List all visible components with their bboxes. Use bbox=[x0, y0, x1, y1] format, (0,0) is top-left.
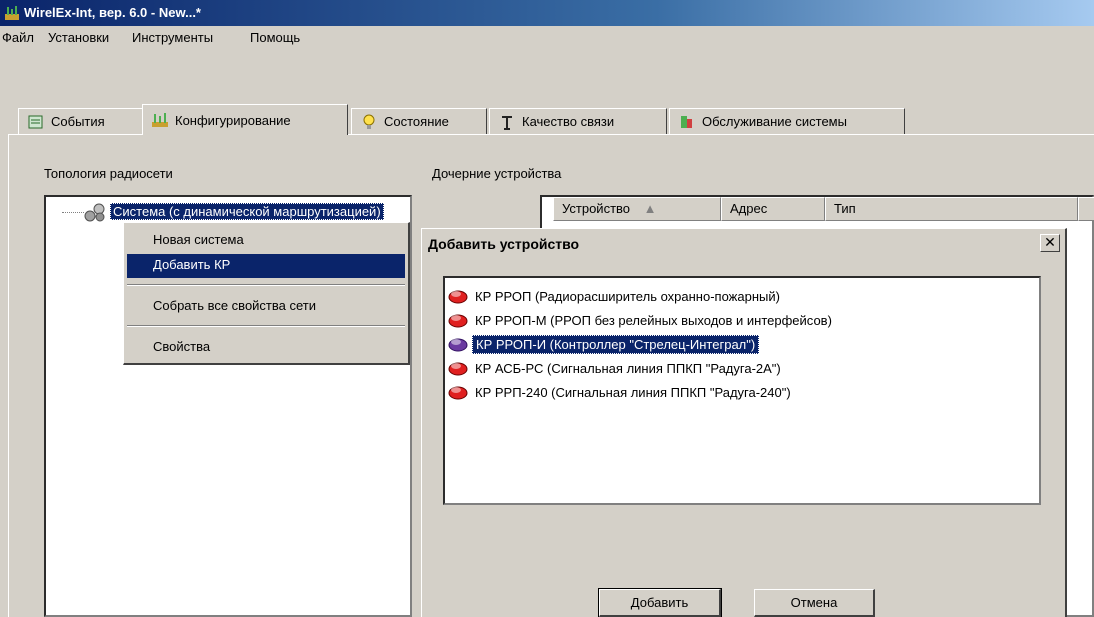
menu-file[interactable]: Файл bbox=[2, 30, 34, 45]
dialog-title: Добавить устройство bbox=[428, 236, 580, 252]
config-icon bbox=[152, 113, 168, 127]
tab-link-quality-label: Качество связи bbox=[522, 114, 615, 129]
window-title: WirelEx-Int, вер. 6.0 - New...* bbox=[24, 5, 201, 20]
topology-label: Топология радиосети bbox=[44, 166, 173, 181]
network-icon bbox=[84, 203, 105, 222]
device-item-label: КР АСБ-РС (Сигнальная линия ППКП "Радуга… bbox=[475, 360, 781, 376]
device-item-label: КР РРОП-М (РРОП без релейных выходов и и… bbox=[475, 312, 832, 328]
bulb-icon bbox=[363, 114, 375, 129]
tree-root-system[interactable]: Система (с динамической маршрутизацией) bbox=[110, 203, 384, 220]
sort-asc-icon: ▲ bbox=[643, 201, 657, 216]
tab-configuration-label: Конфигурирование bbox=[175, 112, 291, 128]
tree-connector bbox=[62, 212, 84, 214]
menu-tools[interactable]: Инструменты bbox=[132, 30, 213, 45]
column-device[interactable]: Устройство ▲ bbox=[553, 197, 721, 221]
device-item[interactable]: КР РРОП (Радиорасширитель охранно-пожарн… bbox=[448, 285, 783, 307]
tab-system-service-label: Обслуживание системы bbox=[702, 114, 847, 129]
dialog-close-button[interactable]: ✕ bbox=[1040, 234, 1060, 252]
close-icon: ✕ bbox=[1044, 234, 1056, 250]
device-item-selected[interactable]: КР РРОП-И (Контроллер "Стрелец-Интеграл"… bbox=[448, 333, 760, 355]
device-item[interactable]: КР АСБ-РС (Сигнальная линия ППКП "Радуга… bbox=[448, 357, 784, 379]
column-address[interactable]: Адрес bbox=[721, 197, 825, 221]
tab-events[interactable]: События bbox=[18, 108, 144, 134]
menu-help[interactable]: Помощь bbox=[250, 30, 300, 45]
device-list[interactable]: КР РРОП (Радиорасширитель охранно-пожарн… bbox=[443, 276, 1041, 505]
notes-icon bbox=[28, 115, 43, 128]
context-menu: Новая система Добавить КР Собрать все св… bbox=[123, 222, 410, 365]
cancel-button[interactable]: Отмена bbox=[754, 589, 875, 617]
app-icon bbox=[5, 6, 19, 20]
menu-settings[interactable]: Установки bbox=[48, 30, 109, 45]
tab-system-service[interactable]: Обслуживание системы bbox=[669, 108, 905, 134]
device-item-label: КР РРОП (Радиорасширитель охранно-пожарн… bbox=[475, 288, 780, 304]
device-purple-icon bbox=[448, 338, 468, 352]
tab-events-label: События bbox=[51, 114, 105, 129]
tab-status-label: Состояние bbox=[384, 114, 449, 129]
menu-collect-network-properties[interactable]: Собрать все свойства сети bbox=[127, 295, 405, 319]
device-item-label: КР РРОП-И (Контроллер "Стрелец-Интеграл"… bbox=[472, 334, 760, 354]
tab-configuration[interactable]: Конфигурирование bbox=[142, 104, 348, 135]
title-bar: WirelEx-Int, вер. 6.0 - New...* bbox=[0, 0, 1094, 26]
dialog-title-bar: Добавить устройство ✕ bbox=[424, 231, 1064, 255]
device-red-icon bbox=[448, 362, 468, 376]
device-red-icon bbox=[448, 290, 468, 304]
service-icon bbox=[681, 115, 692, 128]
device-red-icon bbox=[448, 386, 468, 400]
column-type[interactable]: Тип bbox=[825, 197, 1078, 221]
add-button[interactable]: Добавить bbox=[598, 588, 722, 617]
menu-properties[interactable]: Свойства bbox=[127, 336, 405, 360]
column-address-label: Адрес bbox=[730, 201, 768, 216]
menu-separator bbox=[127, 284, 405, 286]
menu-new-system[interactable]: Новая система bbox=[127, 229, 405, 253]
device-item[interactable]: КР РРОП-М (РРОП без релейных выходов и и… bbox=[448, 309, 835, 331]
tab-status[interactable]: Состояние bbox=[351, 108, 487, 134]
tab-link-quality[interactable]: Качество связи bbox=[489, 108, 667, 134]
column-extra[interactable] bbox=[1078, 197, 1094, 221]
device-red-icon bbox=[448, 314, 468, 328]
menu-separator bbox=[127, 325, 405, 327]
device-item[interactable]: КР РРП-240 (Сигнальная линия ППКП "Радуг… bbox=[448, 381, 794, 403]
column-type-label: Тип bbox=[834, 201, 856, 216]
antenna-icon bbox=[502, 115, 512, 130]
menu-add-kr[interactable]: Добавить КР bbox=[127, 254, 405, 278]
device-item-label: КР РРП-240 (Сигнальная линия ППКП "Радуг… bbox=[475, 384, 791, 400]
menu-bar: Файл Установки Инструменты Помощь bbox=[0, 26, 1094, 48]
column-device-label: Устройство bbox=[562, 201, 631, 216]
child-devices-label: Дочерние устройства bbox=[432, 166, 562, 181]
